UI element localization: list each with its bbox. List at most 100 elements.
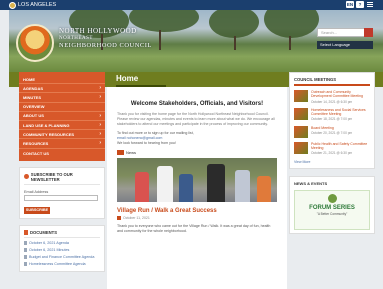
event-thumbnail (294, 107, 308, 120)
event-thumbnail (294, 90, 308, 102)
nav-item-agendas[interactable]: AGENDAS › (19, 84, 105, 94)
nav-item-minutes[interactable]: MINUTES › (19, 93, 105, 103)
tree-trunk (159, 30, 161, 50)
city-seal-icon (9, 1, 16, 9)
main-nav: HOME AGENDAS › MINUTES › OVERVIEW ABOUT US… (19, 72, 105, 161)
tree-trunk (289, 36, 291, 50)
chevron-right-icon: › (99, 140, 101, 147)
contact-line: We look forward to hearing from you! (117, 141, 176, 145)
event-item[interactable]: Public Health and Safety Committee Meeti… (294, 141, 370, 156)
forum-subtitle: "A Better Community" (316, 211, 348, 216)
forum-widget: NEWS & EVENTS FORUM SERIES "A Better Com… (289, 175, 375, 234)
news-category[interactable]: News (117, 150, 277, 155)
event-item[interactable]: Outreach and Community Development Commi… (294, 90, 370, 104)
event-title: Public Health and Safety Committee Meeti… (311, 141, 368, 151)
site-title-line2: NORTHEAST (59, 36, 93, 41)
documents-widget: DOCUMENTS October 6, 2021 Agenda October… (19, 224, 105, 272)
nav-label: MINUTES (23, 94, 41, 100)
translate-select[interactable]: Select Language (317, 41, 373, 49)
event-date: October 18, 2021 @ 7:00 pm (311, 117, 353, 122)
document-link[interactable]: October 6, 2021 Agenda (24, 241, 100, 245)
council-seal-icon (327, 193, 337, 203)
nav-item-resources[interactable]: RESOURCES › (19, 139, 105, 149)
nav-item-contact[interactable]: CONTACT US (19, 149, 105, 158)
event-item[interactable]: Homelessness and Social Services Committ… (294, 107, 370, 122)
runner-figure (207, 164, 225, 202)
pdf-icon (24, 262, 27, 267)
language-button[interactable]: EN (346, 1, 354, 8)
document-icon (24, 229, 28, 235)
welcome-heading: Welcome Stakeholders, Officials, and Vis… (130, 101, 264, 107)
post-image[interactable] (117, 158, 277, 202)
event-title: Homelessness and Social Services Committ… (311, 107, 366, 117)
pdf-icon (24, 255, 27, 260)
nav-item-land-use[interactable]: LAND USE & PLANNING › (19, 121, 105, 131)
site-title-line3: NEIGHBORHOOD COUNCIL (59, 42, 152, 49)
tree-shape (264, 10, 319, 38)
nav-label: HOME (23, 76, 35, 82)
forum-flyer[interactable]: FORUM SERIES "A Better Community" (294, 189, 370, 230)
tree-shape (209, 10, 259, 38)
city-link[interactable]: LOS ANGELES (9, 0, 56, 10)
right-sidebar: COUNCIL MEETINGS Outreach and Community … (289, 72, 375, 234)
news-label: News (126, 150, 137, 155)
nav-label: CONTACT US (23, 150, 49, 156)
newsletter-title: SUBSCRIBE TO OUR NEWSLETTER (24, 172, 100, 185)
nav-label: RESOURCES (23, 140, 49, 146)
document-link[interactable]: October 6, 2021 Minutes (24, 248, 100, 252)
chevron-right-icon: › (99, 131, 101, 138)
document-label: Homelessness Committee Agenda (29, 262, 86, 267)
main-content: Welcome Stakeholders, Officials, and Vis… (107, 87, 287, 289)
document-label: October 6, 2021 Minutes (29, 247, 70, 252)
email-field[interactable] (24, 194, 98, 201)
event-thumbnail (294, 125, 308, 138)
runner-figure (157, 166, 173, 202)
site-title-line1: NORTH HOLLYWOOD (59, 27, 137, 35)
council-logo[interactable] (16, 24, 54, 62)
forum-title: FORUM SERIES (309, 204, 355, 211)
hero-banner: NORTH HOLLYWOOD NORTHEAST NEIGHBORHOOD C… (9, 10, 383, 72)
search-icon[interactable] (364, 28, 373, 37)
site-title[interactable]: NORTH HOLLYWOOD NORTHEAST NEIGHBORHOOD C… (59, 27, 152, 49)
event-item[interactable]: Board Meeting October 20, 2021 @ 7:00 pm (294, 125, 370, 138)
nav-label: AGENDAS (23, 85, 44, 91)
event-title: Outreach and Community Development Commi… (311, 90, 363, 99)
document-link[interactable]: Homelessness Committee Agenda (24, 262, 100, 267)
document-label: Budget and Finance Committee Agenda (29, 255, 95, 260)
nav-item-community-resources[interactable]: COMMUNITY RESOURCES › (19, 130, 105, 140)
contact-info: To find out more or to sign up for our m… (117, 131, 277, 146)
chevron-right-icon: › (99, 112, 101, 119)
document-link[interactable]: Budget and Finance Committee Agenda (24, 255, 100, 260)
top-bar: LOS ANGELES EN ? (0, 0, 383, 10)
nav-item-home[interactable]: HOME (19, 75, 105, 85)
nav-item-overview[interactable]: OVERVIEW (19, 103, 105, 112)
post-date: October 11, 2021 (123, 216, 150, 220)
search-toggle-button[interactable]: ? (356, 1, 364, 8)
page: LOS ANGELES EN ? NORTH HOLLYWOOD NORTHEA… (0, 0, 383, 289)
city-label: LOS ANGELES (18, 2, 57, 8)
nav-label: OVERVIEW (23, 104, 45, 110)
news-icon (117, 150, 124, 155)
welcome-paragraph: Thank you for visiting the home page for… (117, 112, 275, 126)
left-sidebar: HOME AGENDAS › MINUTES › OVERVIEW ABOUT US… (19, 72, 105, 272)
post-title[interactable]: Village Run / Walk a Great Success (117, 208, 277, 214)
chevron-right-icon: › (99, 94, 101, 101)
event-thumbnail (294, 141, 308, 154)
nav-item-about[interactable]: ABOUT US › (19, 112, 105, 121)
council-meetings-title: COUNCIL MEETINGS (294, 77, 370, 86)
menu-icon[interactable] (366, 1, 374, 8)
nav-label: COMMUNITY RESOURCES (23, 131, 75, 137)
runner-figure (235, 170, 250, 202)
council-meetings-widget: COUNCIL MEETINGS Outreach and Community … (289, 72, 375, 169)
subscribe-button[interactable]: SUBSCRIBE (24, 206, 50, 214)
event-title: Board Meeting (311, 125, 334, 130)
runner-figure (257, 176, 271, 202)
view-more-link[interactable]: View More (294, 160, 370, 164)
event-date: October 21, 2021 @ 6:30 pm (311, 151, 353, 156)
email-label: Email Address (24, 189, 49, 194)
calendar-icon (117, 216, 121, 220)
check-icon (24, 174, 29, 180)
tree-trunk (234, 36, 236, 50)
post-meta: October 11, 2021 (117, 216, 277, 220)
pdf-icon (24, 247, 27, 252)
